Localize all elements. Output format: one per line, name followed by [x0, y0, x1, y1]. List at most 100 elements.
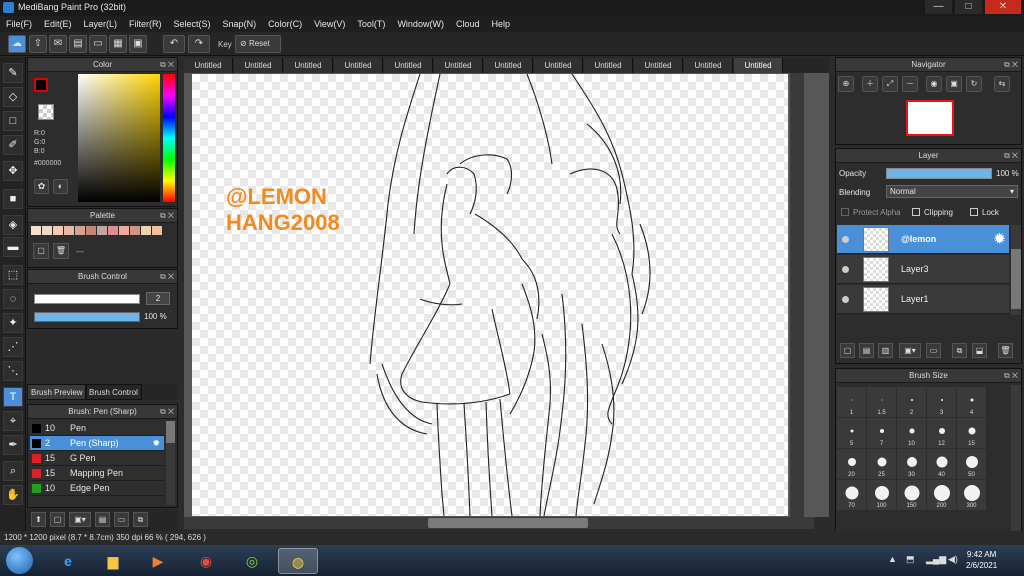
new-halftone-layer-icon[interactable]: ▤ [859, 343, 874, 358]
medibang-taskbar-icon[interactable]: ◍ [278, 548, 318, 574]
page-icon[interactable]: ▣ [129, 35, 147, 53]
add-brush-icon[interactable]: ⬆ [31, 512, 46, 527]
network-icon[interactable]: ▂▄▆ [926, 554, 946, 565]
tab-document[interactable]: Untitled [684, 58, 733, 73]
brush-size-option[interactable]: 5 [837, 418, 866, 448]
horizontal-scroll-thumb[interactable] [428, 518, 588, 528]
layer-row[interactable]: Layer3 [837, 255, 1009, 284]
brush-tool-icon[interactable]: ✎ [3, 63, 23, 83]
tab-document[interactable]: Untitled [534, 58, 583, 73]
fit-icon[interactable]: ⤢ [882, 76, 898, 92]
menu-snap[interactable]: Snap(N) [217, 16, 263, 32]
add-color-icon[interactable]: ▢ [33, 243, 49, 259]
brush-opacity-slider[interactable] [34, 312, 140, 322]
eyedropper-tool-icon[interactable]: ✒ [3, 435, 23, 455]
brush-size-option[interactable]: 1.5 [867, 387, 896, 417]
brush-size-option[interactable]: 15 [957, 418, 986, 448]
brush-size-slider[interactable] [34, 294, 140, 304]
palette-swatch[interactable] [64, 226, 74, 235]
flip-icon[interactable]: ⇆ [994, 76, 1010, 92]
layer-row[interactable]: Layer1 [837, 285, 1009, 314]
palette-swatch[interactable] [42, 226, 52, 235]
select-tool-icon[interactable]: ⬚ [3, 265, 23, 285]
menu-color[interactable]: Color(C) [262, 16, 308, 32]
lock-checkbox[interactable] [970, 208, 978, 216]
brush-size-option[interactable]: 200 [927, 480, 956, 510]
corel-icon[interactable]: ◎ [232, 548, 272, 574]
canvas-horizontal-scrollbar[interactable] [184, 517, 814, 529]
menu-file[interactable]: File(F) [0, 16, 38, 32]
menu-help[interactable]: Help [485, 16, 516, 32]
layer-menu-icon[interactable]: ▣▾ [899, 343, 921, 358]
close-button[interactable]: ✕ [985, 0, 1021, 14]
magic-wand-tool-icon[interactable]: ✦ [3, 313, 23, 333]
panel-options-icon[interactable]: ⧉ ✕ [160, 405, 174, 419]
brush-size-option[interactable]: 3 [927, 387, 956, 417]
blending-select[interactable]: Normal ▾ [886, 185, 1018, 198]
palette-swatch[interactable] [130, 226, 140, 235]
palette-swatch[interactable] [31, 226, 41, 235]
tab-document[interactable]: Untitled [734, 58, 783, 73]
navigator-thumbnail[interactable] [906, 100, 954, 136]
brush-size-option[interactable]: 300 [957, 480, 986, 510]
share-icon[interactable]: ⇧ [29, 35, 47, 53]
drawing-canvas[interactable]: @LEMON HANG2008 [192, 74, 788, 516]
tab-brush-control[interactable]: Brush Control [85, 384, 142, 400]
brush-size-option[interactable]: 150 [897, 480, 926, 510]
brush-size-option[interactable]: 25 [867, 449, 896, 479]
brush-size-option[interactable]: 70 [837, 480, 866, 510]
internet-explorer-icon[interactable]: e [48, 548, 88, 574]
grid-icon[interactable]: ▦ [109, 35, 127, 53]
bucket-tool-icon[interactable]: ◈ [3, 215, 23, 235]
layer-opacity-slider[interactable] [886, 168, 992, 179]
brush-item[interactable]: 2 Pen (Sharp) ✹ [30, 436, 164, 451]
new-layer-icon[interactable]: ▢ [840, 343, 855, 358]
layer-folder-icon[interactable]: ▭ [926, 343, 941, 358]
reset-button[interactable]: ⊘ Reset [235, 35, 281, 53]
brush-size-scrollbar[interactable] [1011, 385, 1021, 531]
color-wheel-icon[interactable]: ✿ [34, 179, 49, 194]
panel-options-icon[interactable]: ⧉ ✕ [160, 270, 174, 284]
brush-item[interactable]: 15 G Pen [30, 451, 164, 466]
brush-menu-icon[interactable]: ▣▾ [69, 512, 91, 527]
layer-row[interactable]: @lemon ✹ [837, 225, 1009, 254]
media-player-icon[interactable]: ▶ [138, 548, 178, 574]
move-tool-icon[interactable]: ✥ [3, 161, 23, 181]
hand-tool-icon[interactable]: ✋ [3, 485, 23, 505]
dropper-tool-icon[interactable]: ⌕ [3, 461, 23, 481]
palette-swatch[interactable] [152, 226, 162, 235]
rectangle-tool-icon[interactable]: □ [3, 111, 23, 131]
start-button[interactable] [6, 547, 33, 574]
undo-button[interactable]: ↶ [163, 35, 185, 53]
saturation-value-picker[interactable] [78, 74, 160, 202]
redo-button[interactable]: ↷ [188, 35, 210, 53]
menu-edit[interactable]: Edit(E) [38, 16, 78, 32]
new-brush-icon[interactable]: ▢ [50, 512, 65, 527]
eye-icon[interactable] [842, 296, 849, 303]
cloud-icon[interactable]: ☁ [8, 35, 26, 53]
brush-duplicate-icon[interactable]: ⧉ [133, 512, 148, 527]
clock[interactable]: 9:42 AM 2/6/2021 [966, 549, 997, 571]
tab-document[interactable]: Untitled [384, 58, 433, 73]
brush-size-option[interactable]: 20 [837, 449, 866, 479]
brush-size-option[interactable]: 100 [867, 480, 896, 510]
menu-view[interactable]: View(V) [308, 16, 351, 32]
brush-item[interactable]: 10 Edge Pen [30, 481, 164, 496]
rotate-icon[interactable]: ↻ [966, 76, 982, 92]
chrome-icon[interactable]: ◉ [186, 548, 226, 574]
brush-size-option[interactable]: 40 [927, 449, 956, 479]
foreground-color-swatch[interactable] [34, 78, 48, 92]
panel-options-icon[interactable]: ⧉ ✕ [160, 58, 174, 72]
eye-icon[interactable] [842, 266, 849, 273]
select-eraser-tool-icon[interactable]: ⋱ [3, 361, 23, 381]
duplicate-layer-icon[interactable]: ⧉ [952, 343, 967, 358]
menu-window[interactable]: Window(W) [391, 16, 450, 32]
menu-layer[interactable]: Layer(L) [78, 16, 124, 32]
tab-document[interactable]: Untitled [284, 58, 333, 73]
chat-icon[interactable]: ▤ [69, 35, 87, 53]
panel-options-icon[interactable]: ⧉ ✕ [1004, 369, 1018, 383]
panel-options-icon[interactable]: ⧉ ✕ [1004, 58, 1018, 72]
maximize-button[interactable]: □ [955, 0, 982, 14]
brush-size-option[interactable]: 4 [957, 387, 986, 417]
tab-document[interactable]: Untitled [184, 58, 233, 73]
